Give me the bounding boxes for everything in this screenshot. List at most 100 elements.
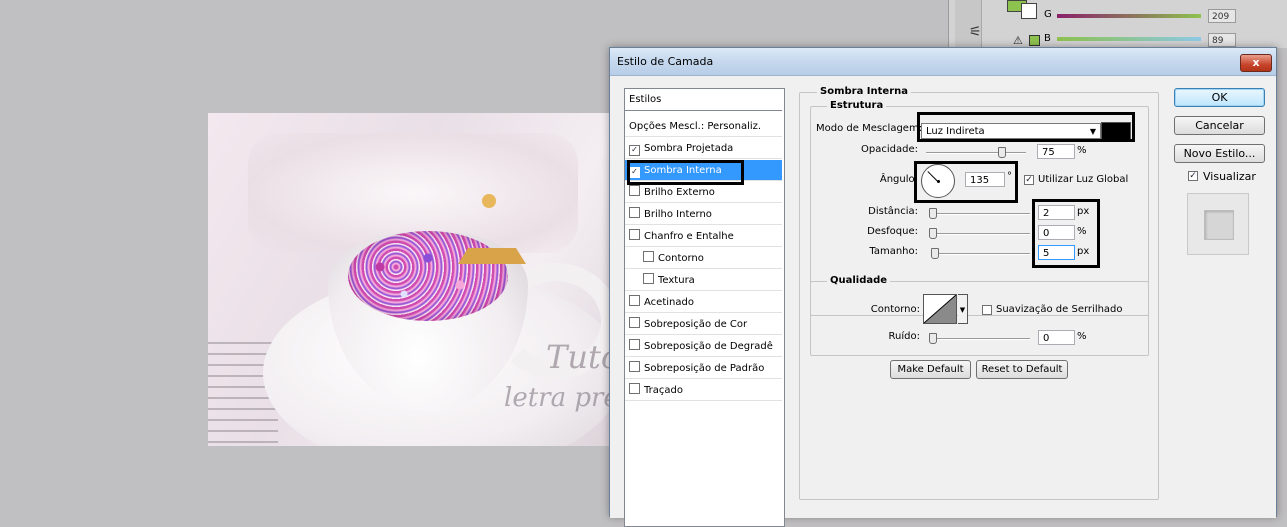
style-item-label: Sobreposição de Cor: [644, 319, 748, 330]
style-item-label: Brilho Externo: [644, 187, 715, 198]
style-preview-swatch: [1204, 210, 1234, 240]
noise-slider-thumb[interactable]: [929, 333, 937, 344]
style-item-checkbox[interactable]: [629, 317, 640, 328]
style-item[interactable]: Textura: [625, 270, 782, 291]
label-g: G: [1044, 9, 1052, 20]
style-item[interactable]: Brilho Interno: [625, 204, 782, 225]
styles-header[interactable]: Estilos: [625, 89, 782, 111]
angle-label: Ângulo:: [879, 174, 918, 185]
watermark-line1: Tuto: [546, 338, 610, 376]
opacity-field[interactable]: 75: [1037, 144, 1075, 159]
opacity-slider-thumb[interactable]: [998, 147, 1006, 158]
style-item[interactable]: Sobreposição de Cor: [625, 314, 782, 335]
style-item-checkbox[interactable]: [629, 339, 640, 350]
preview-label: Visualizar: [1203, 170, 1256, 183]
ok-button[interactable]: OK: [1174, 88, 1265, 107]
style-item[interactable]: Brilho Externo: [625, 182, 782, 203]
make-default-button[interactable]: Make Default: [890, 360, 971, 379]
style-item[interactable]: Traçado: [625, 380, 782, 401]
style-item-label: Sombra Projetada: [644, 143, 734, 154]
highlight-angle: [914, 161, 1018, 203]
style-item-label: Sobreposição de Padrão: [644, 363, 765, 374]
size-slider[interactable]: [932, 253, 1030, 255]
opacity-slider[interactable]: [926, 152, 1026, 154]
reset-default-button[interactable]: Reset to Default: [976, 360, 1068, 379]
slider-b[interactable]: [1057, 37, 1201, 41]
section-title: Sombra Interna: [817, 86, 912, 97]
blend-mode-label: Modo de Mesclagem:: [816, 123, 923, 134]
style-item[interactable]: Acetinado: [625, 292, 782, 313]
style-item-label: Acetinado: [644, 297, 694, 308]
dialog-title: Estilo de Camada: [617, 55, 714, 68]
style-item[interactable]: Chanfro e Entalhe: [625, 226, 782, 247]
size-slider-thumb[interactable]: [931, 248, 939, 259]
value-g-field[interactable]: 209: [1208, 9, 1236, 23]
highlight-inner-shadow-item: [627, 160, 744, 185]
slider-g[interactable]: [1057, 14, 1201, 18]
style-item-label: Brilho Interno: [644, 209, 712, 220]
structure-title: Estrutura: [827, 100, 887, 111]
contour-curve-icon: [924, 295, 956, 323]
blend-options-item[interactable]: Opções Mescl.: Personaliz.: [625, 116, 782, 137]
style-item-checkbox[interactable]: [629, 207, 640, 218]
style-item-checkbox[interactable]: [629, 185, 640, 196]
new-style-button[interactable]: Novo Estilo...: [1174, 144, 1265, 163]
style-item-checkbox[interactable]: [629, 229, 640, 240]
distance-label: Distância:: [868, 206, 918, 217]
antialias-checkbox[interactable]: [982, 305, 992, 315]
canvas-image[interactable]: Tuto letra pres: [208, 113, 610, 446]
value-b-field[interactable]: 89: [1208, 33, 1236, 47]
style-item-checkbox[interactable]: [629, 295, 640, 306]
style-item-label: Traçado: [644, 385, 683, 396]
style-item-label: Sobreposição de Degradê: [644, 341, 773, 352]
contour-dropdown-button[interactable]: ▼: [958, 294, 968, 324]
style-item-checkbox[interactable]: [629, 383, 640, 394]
antialias-label: Suavização de Serrilhado: [996, 304, 1123, 315]
quality-title: Qualidade: [827, 275, 891, 286]
gamut-swatch: [1029, 35, 1040, 46]
choke-label: Desfoque:: [867, 226, 918, 237]
highlight-distance-choke-size: [1032, 199, 1100, 268]
dialog-body: Estilos Opções Mescl.: Personaliz. ✓ Somb…: [610, 76, 1276, 527]
cancel-button[interactable]: Cancelar: [1174, 116, 1265, 135]
global-light-checkbox[interactable]: ✓: [1024, 175, 1034, 185]
close-button[interactable]: x: [1240, 54, 1272, 72]
choke-slider[interactable]: [930, 233, 1030, 235]
contour-preview[interactable]: [923, 294, 957, 324]
warning-icon: ⚠: [1013, 34, 1023, 47]
quality-group: Qualidade: [810, 275, 1149, 356]
layer-style-dialog: Estilo de Camada x Estilos Opções Mescl.…: [609, 47, 1277, 527]
highlight-blend-mode: [917, 112, 1135, 142]
style-item-checkbox[interactable]: ✓: [629, 145, 640, 156]
watermark-line2: letra pres: [504, 383, 610, 413]
noise-slider[interactable]: [930, 338, 1030, 340]
style-item-checkbox[interactable]: [643, 273, 654, 284]
contour-label: Contorno:: [870, 304, 920, 315]
label-b: B: [1044, 33, 1051, 44]
global-light-label: Utilizar Luz Global: [1038, 174, 1129, 185]
style-item[interactable]: ✓ Sombra Projetada: [625, 138, 782, 159]
style-list: Estilos Opções Mescl.: Personaliz. ✓ Somb…: [624, 88, 785, 527]
style-preview-box: [1187, 193, 1249, 255]
distance-slider[interactable]: [930, 213, 1030, 215]
preview-checkbox[interactable]: ✓: [1188, 171, 1198, 181]
background-color-swatch[interactable]: [1021, 3, 1037, 19]
dialog-titlebar[interactable]: Estilo de Camada x: [610, 48, 1276, 76]
size-label: Tamanho:: [869, 246, 918, 257]
photo-crown: [458, 194, 526, 264]
noise-label: Ruído:: [888, 331, 920, 342]
style-item-label: Chanfro e Entalhe: [644, 231, 734, 242]
style-item[interactable]: Sobreposição de Padrão: [625, 358, 782, 379]
style-item-checkbox[interactable]: [643, 251, 654, 262]
style-item-label: Textura: [658, 275, 695, 286]
channel-mixer-panel: ⚟ ⚠ G B 209 89: [948, 0, 1287, 48]
choke-slider-thumb[interactable]: [929, 228, 937, 239]
style-item[interactable]: Sobreposição de Degradê: [625, 336, 782, 357]
noise-unit: %: [1077, 331, 1087, 342]
noise-field[interactable]: 0: [1038, 330, 1075, 345]
adjustment-sliders-icon[interactable]: ⚟: [969, 24, 982, 40]
style-item-checkbox[interactable]: [629, 361, 640, 372]
opacity-unit: %: [1077, 145, 1087, 156]
style-item[interactable]: Contorno: [625, 248, 782, 269]
distance-slider-thumb[interactable]: [929, 208, 937, 219]
